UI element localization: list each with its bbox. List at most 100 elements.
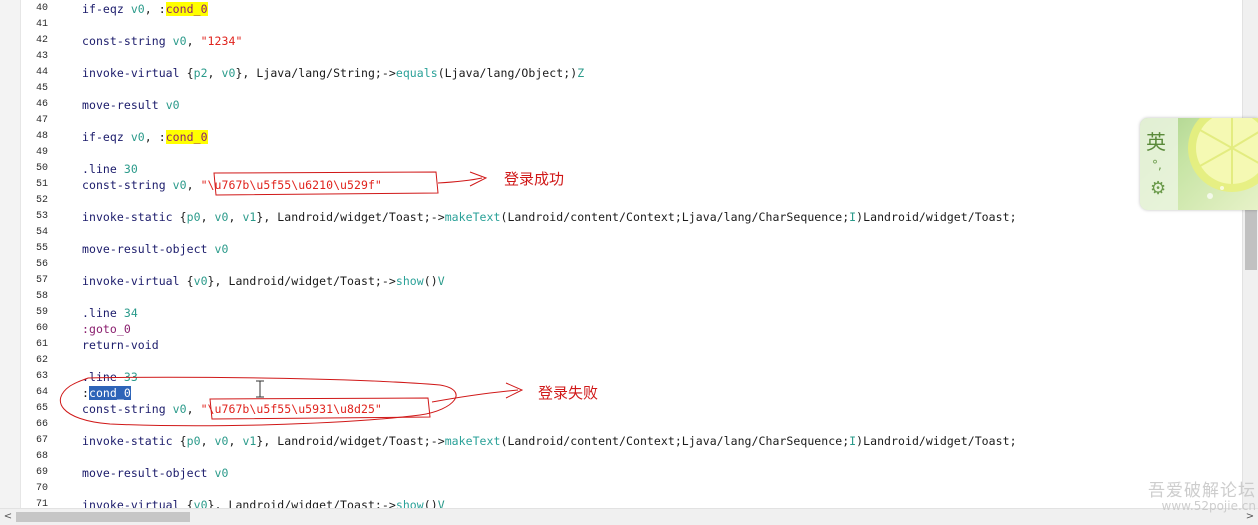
line-number: 56 <box>35 259 48 270</box>
code-line[interactable]: 58 <box>0 289 1242 305</box>
ime-punctuation-toggle[interactable]: °, <box>1152 158 1162 172</box>
code-line[interactable]: 52 <box>0 193 1242 209</box>
code-token: 30 <box>123 162 138 176</box>
code-token: , <box>200 434 215 448</box>
code-token: v0 <box>214 466 229 480</box>
code-line[interactable]: 63 .line 33 <box>0 369 1242 385</box>
code-token: { <box>179 434 187 448</box>
code-token: v0 <box>221 66 236 80</box>
line-number: 64 <box>35 387 48 398</box>
line-number: 54 <box>35 227 48 238</box>
scroll-left-arrow-icon[interactable]: < <box>0 509 16 525</box>
code-text[interactable]: invoke-virtual {p2, v0}, Ljava/lang/Stri… <box>82 65 584 81</box>
code-text[interactable]: invoke-static {p0, v0, v1}, Landroid/wid… <box>82 209 1017 225</box>
code-line[interactable]: 40 if-eqz v0, :cond_0 <box>0 1 1242 17</box>
line-number: 55 <box>35 243 48 254</box>
line-number: 53 <box>35 211 48 222</box>
code-text[interactable]: move-result v0 <box>82 97 180 113</box>
code-token: v1 <box>242 434 257 448</box>
line-number: 57 <box>35 275 48 286</box>
code-line[interactable]: 48 if-eqz v0, :cond_0 <box>0 129 1242 145</box>
code-line[interactable]: 54 <box>0 225 1242 241</box>
code-text[interactable]: :cond_0 <box>82 385 131 401</box>
code-line[interactable]: 64:cond_0 <box>0 385 1242 401</box>
code-line[interactable]: 57 invoke-virtual {v0}, Landroid/widget/T… <box>0 273 1242 289</box>
line-number: 69 <box>35 467 48 478</box>
code-text[interactable]: move-result-object v0 <box>82 465 228 481</box>
code-token: { <box>186 66 194 80</box>
code-line[interactable]: 61 return-void <box>0 337 1242 353</box>
code-text[interactable]: move-result-object v0 <box>82 241 228 257</box>
code-line[interactable]: 56 <box>0 257 1242 273</box>
code-token: .line <box>82 370 124 384</box>
code-line[interactable]: 47 <box>0 113 1242 129</box>
code-line[interactable]: 59 .line 34 <box>0 305 1242 321</box>
code-line[interactable]: 53 invoke-static {p0, v0, v1}, Landroid/w… <box>0 209 1242 225</box>
code-token: V <box>437 274 445 288</box>
line-number: 43 <box>35 51 48 62</box>
line-number: 44 <box>35 67 48 78</box>
code-token: if-eqz <box>82 2 131 16</box>
code-token: cond_0 <box>88 386 131 400</box>
code-line[interactable]: 51 const-string v0, "\u767b\u5f55\u6210\u… <box>0 177 1242 193</box>
code-token: show <box>395 498 424 508</box>
code-token: invoke-virtual <box>82 66 187 80</box>
code-token: { <box>186 498 194 508</box>
code-text[interactable]: .line 33 <box>82 369 138 385</box>
gear-icon[interactable]: ⚙ <box>1150 178 1166 199</box>
code-line[interactable]: 46 move-result v0 <box>0 97 1242 113</box>
line-number: 62 <box>35 355 48 366</box>
line-number: 51 <box>35 179 48 190</box>
code-line[interactable]: 42 const-string v0, "1234" <box>0 33 1242 49</box>
line-number: 45 <box>35 83 48 94</box>
code-line[interactable]: 71 invoke-virtual {v0}, Landroid/widget/T… <box>0 497 1242 508</box>
code-line[interactable]: 70 <box>0 481 1242 497</box>
code-line[interactable]: 45 <box>0 81 1242 97</box>
code-token: const-string <box>82 402 173 416</box>
code-line[interactable]: 67 invoke-static {p0, v0, v1}, Landroid/w… <box>0 433 1242 449</box>
code-editor[interactable]: 40 if-eqz v0, :cond_0 41 42 const-string v0,… <box>0 0 1242 508</box>
forum-watermark: 吾爱破解论坛 www.52pojie.cn <box>1138 476 1256 513</box>
horizontal-scroll-thumb[interactable] <box>16 512 190 522</box>
line-number: 66 <box>35 419 48 430</box>
code-text[interactable]: const-string v0, "1234" <box>82 33 242 49</box>
code-line[interactable]: 49 <box>0 145 1242 161</box>
code-text[interactable]: if-eqz v0, :cond_0 <box>82 129 208 145</box>
line-number: 60 <box>35 323 48 334</box>
code-token: equals <box>395 66 438 80</box>
code-token: p0 <box>186 210 201 224</box>
code-token: (Ljava/lang/Object;) <box>437 66 578 80</box>
line-number: 59 <box>35 307 48 318</box>
code-line[interactable]: 55 move-result-object v0 <box>0 241 1242 257</box>
code-text[interactable]: return-void <box>82 337 159 353</box>
code-line[interactable]: 44 invoke-virtual {p2, v0}, Ljava/lang/St… <box>0 65 1242 81</box>
ime-language-toggle[interactable]: 英 <box>1146 126 1166 155</box>
code-token: invoke-static <box>82 434 180 448</box>
ime-toolbar[interactable]: 英 °, ⚙ <box>1140 118 1258 210</box>
code-token: 34 <box>123 306 138 320</box>
code-line[interactable]: 66 <box>0 417 1242 433</box>
code-line[interactable]: 50 .line 30 <box>0 161 1242 177</box>
code-line[interactable]: 65 const-string v0, "\u767b\u5f55\u5931\u… <box>0 401 1242 417</box>
code-text[interactable]: const-string v0, "\u767b\u5f55\u6210\u52… <box>82 177 382 193</box>
vertical-scrollbar[interactable] <box>1242 0 1258 508</box>
horizontal-scrollbar[interactable]: < > <box>0 508 1258 525</box>
code-text[interactable]: .line 34 <box>82 305 138 321</box>
code-line[interactable]: 68 <box>0 449 1242 465</box>
code-text[interactable]: invoke-virtual {v0}, Landroid/widget/Toa… <box>82 273 445 289</box>
code-line[interactable]: 43 <box>0 49 1242 65</box>
code-token: V <box>437 498 445 508</box>
code-text[interactable]: const-string v0, "\u767b\u5f55\u5931\u8d… <box>82 401 382 417</box>
code-token: const-string <box>82 178 173 192</box>
code-text[interactable]: .line 30 <box>82 161 138 177</box>
code-text[interactable]: invoke-virtual {v0}, Landroid/widget/Toa… <box>82 497 445 508</box>
code-token: v0 <box>165 98 180 112</box>
code-text[interactable]: invoke-static {p0, v0, v1}, Landroid/wid… <box>82 433 1017 449</box>
code-line[interactable]: 69 move-result-object v0 <box>0 465 1242 481</box>
code-text[interactable]: :goto_0 <box>82 321 131 337</box>
code-line[interactable]: 41 <box>0 17 1242 33</box>
code-text[interactable]: if-eqz v0, :cond_0 <box>82 1 208 17</box>
code-line[interactable]: 60 :goto_0 <box>0 321 1242 337</box>
code-token: : <box>82 386 89 400</box>
code-line[interactable]: 62 <box>0 353 1242 369</box>
